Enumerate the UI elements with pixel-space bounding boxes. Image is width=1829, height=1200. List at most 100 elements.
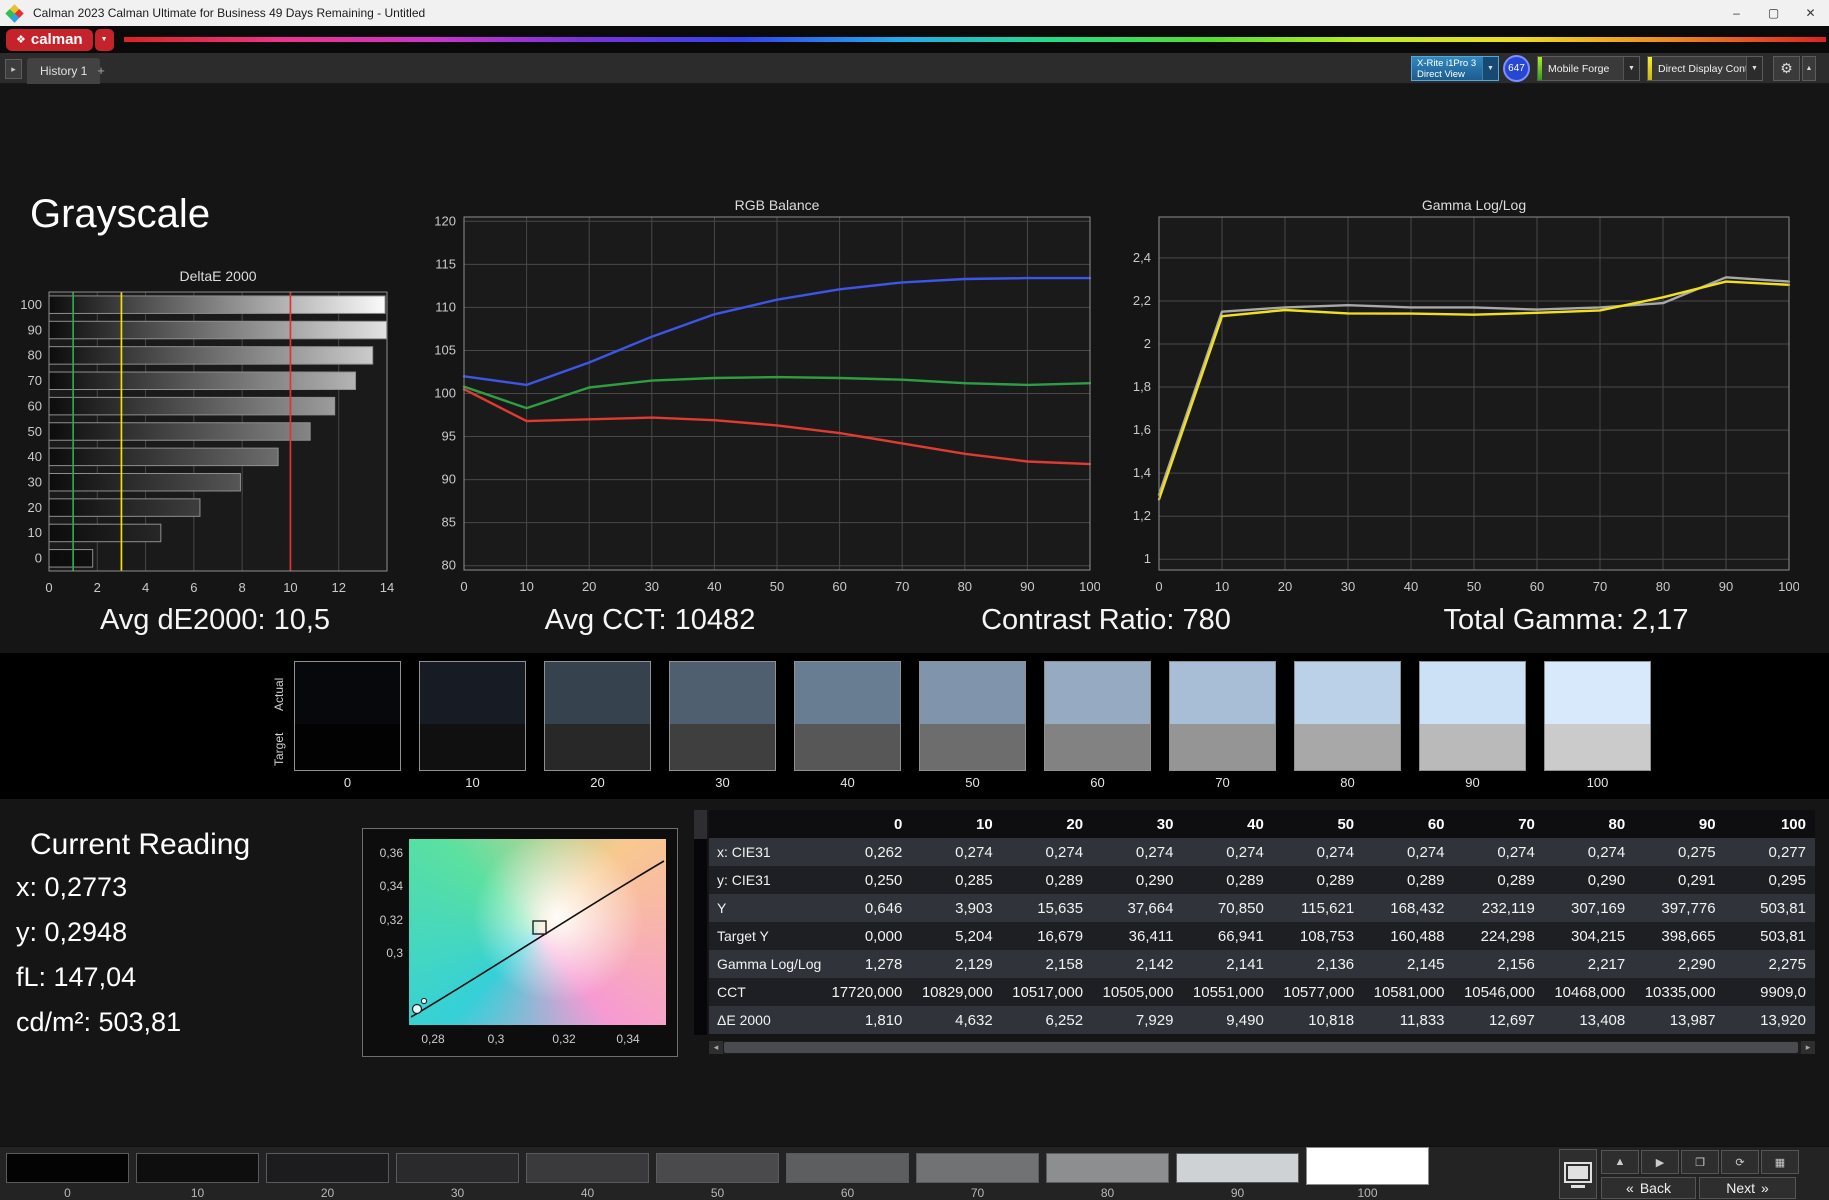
swatch-target (1045, 724, 1150, 770)
cie-y-tick: 0,32 (379, 913, 403, 927)
swatch-target (1545, 724, 1650, 770)
table-cell: 168,432 (1390, 899, 1445, 917)
patch-level-button[interactable] (396, 1153, 519, 1183)
axis-tick-label: 0 (1155, 579, 1162, 594)
meter-count-badge: 647 (1503, 55, 1530, 82)
window-title: Calman 2023 Calman Ultimate for Business… (33, 6, 426, 20)
current-reading-title: Current Reading (30, 828, 251, 861)
deltae-bar (48, 549, 94, 568)
axis-tick-label: 30 (645, 579, 659, 594)
display-icon (1564, 1162, 1592, 1188)
swatch-target (295, 724, 400, 770)
scroll-left-button[interactable]: ◂ (709, 1041, 723, 1054)
table-row: y: CIE31 0,250 0,285 0,289 0,290 0,289 0,289 0,… (709, 866, 1815, 894)
play-button[interactable]: ▶ (1641, 1150, 1679, 1174)
axis-tick-label: 85 (442, 515, 456, 530)
refresh-button[interactable]: ⟳ (1721, 1150, 1759, 1174)
pattern-window-button[interactable] (1559, 1149, 1597, 1199)
add-tab-button[interactable]: + (92, 60, 110, 80)
back-button[interactable]: « Back (1601, 1177, 1696, 1199)
swatch-box (669, 661, 776, 771)
table-cell: 10468,000 (1554, 983, 1626, 1001)
settings-button[interactable]: ⚙ (1773, 56, 1800, 81)
table-cell: 0,274 (1316, 843, 1355, 861)
history-panel-toggle[interactable]: ▸ (5, 59, 22, 79)
up-button[interactable]: ▲ (1601, 1150, 1639, 1174)
axis-tick-label: 0 (460, 579, 467, 594)
swatch-label: 50 (965, 775, 980, 790)
axis-tick-label: 95 (442, 429, 456, 444)
table-cell: 0,295 (1768, 871, 1806, 889)
table-cell: 10829,000 (921, 983, 993, 1001)
close-button[interactable]: ✕ (1792, 0, 1829, 26)
patch-level-button[interactable] (1046, 1153, 1169, 1183)
swatch-label: 10 (465, 775, 480, 790)
chevron-down-icon: ▼ (1746, 57, 1762, 80)
maximize-button[interactable]: ▢ (1755, 0, 1792, 26)
tab-history-1[interactable]: History 1 (27, 58, 101, 84)
axis-tick-label: 50 (1467, 579, 1481, 594)
grayscale-swatch: 40 (794, 661, 901, 790)
table-scrollbar[interactable]: ◂ ▸ (709, 1041, 1815, 1054)
axis-tick-label: 50 (770, 579, 784, 594)
table-cell: 0,290 (1587, 871, 1626, 889)
table-cell: 0,262 (864, 843, 903, 861)
patch-level-button[interactable] (6, 1153, 129, 1183)
tab-bar: ▸ History 1 + X-Rite i1Pro 3 Direct View… (0, 53, 1829, 84)
display-control-select[interactable]: Direct Display Control ▼ (1647, 56, 1763, 81)
patch-level-button[interactable] (136, 1153, 259, 1183)
patch-level-button[interactable] (786, 1153, 909, 1183)
collapse-toolbar-button[interactable]: ▲ (1802, 56, 1816, 81)
source-select[interactable]: Mobile Forge ▼ (1537, 56, 1640, 81)
swatch-target (1420, 724, 1525, 770)
gear-icon: ⚙ (1780, 60, 1793, 76)
patch-level-button[interactable] (1176, 1153, 1299, 1183)
page-title: Grayscale (30, 192, 211, 236)
column-header: 60 (1363, 810, 1454, 838)
axis-tick-label: 80 (28, 348, 42, 363)
next-button[interactable]: Next » (1699, 1177, 1796, 1199)
table-cell: 10517,000 (1012, 983, 1084, 1001)
deltae-chart: 0 2 4 6 8 10 12 141009080706050403020100 (20, 291, 394, 595)
patch-level-button[interactable] (266, 1153, 389, 1183)
table-row: CCT 17720,000 10829,000 10517,000 10505,000 1… (709, 978, 1815, 1006)
table-cell: 13,408 (1579, 1011, 1626, 1029)
minimize-button[interactable]: – (1718, 0, 1755, 26)
axis-tick-label: 0 (35, 551, 42, 566)
table-row: ΔE 2000 1,810 4,632 6,252 7,929 9,490 10,818 11… (709, 1006, 1815, 1034)
table-cell: 0,274 (1135, 843, 1174, 861)
patch-level-button[interactable] (526, 1153, 649, 1183)
patch-level-button[interactable] (656, 1153, 779, 1183)
calman-menu-caret[interactable]: ▼ (94, 28, 114, 51)
swatch-label: 90 (1465, 775, 1480, 790)
table-cell: 0,289 (1045, 871, 1084, 889)
meter-select[interactable]: X-Rite i1Pro 3 Direct View ▼ (1411, 56, 1499, 81)
swatch-box (1544, 661, 1651, 771)
table-gutter-corner (694, 810, 707, 839)
grid-button[interactable]: ▦ (1761, 1150, 1799, 1174)
calman-logo-button[interactable]: ❖ calman (6, 28, 93, 51)
cie-x-tick: 0,32 (552, 1032, 576, 1046)
axis-tick-label: 10 (28, 525, 42, 540)
patch-level-label: 40 (580, 1186, 595, 1200)
swatch-box (794, 661, 901, 771)
scrollbar-thumb[interactable] (724, 1042, 1798, 1053)
table-corner (709, 810, 821, 838)
swatch-box (1169, 661, 1276, 771)
rgb-balance-chart: 0 10 20 30 40 50 60 70 80 90 100 120 115 110 105 100 95 9… (434, 213, 1100, 594)
swatch-box (544, 661, 651, 771)
table-cell: 0,289 (1226, 871, 1264, 889)
swatch-label: 80 (1340, 775, 1355, 790)
axis-tick-label: 1,4 (1133, 465, 1151, 480)
scroll-right-button[interactable]: ▸ (1801, 1041, 1815, 1054)
patch-level-button[interactable] (916, 1153, 1039, 1183)
patch-level-button[interactable] (1306, 1147, 1429, 1185)
grayscale-swatch: 10 (419, 661, 526, 790)
double-chevron-right-icon: » (1761, 1180, 1769, 1196)
cie-y-tick: 0,36 (379, 846, 403, 860)
grayscale-swatch: 30 (669, 661, 776, 790)
table-cell: 503,81 (1760, 927, 1806, 945)
swatch-box (1419, 661, 1526, 771)
pattern-button[interactable]: ❐ (1681, 1150, 1719, 1174)
swatch-label: 100 (1586, 775, 1609, 790)
